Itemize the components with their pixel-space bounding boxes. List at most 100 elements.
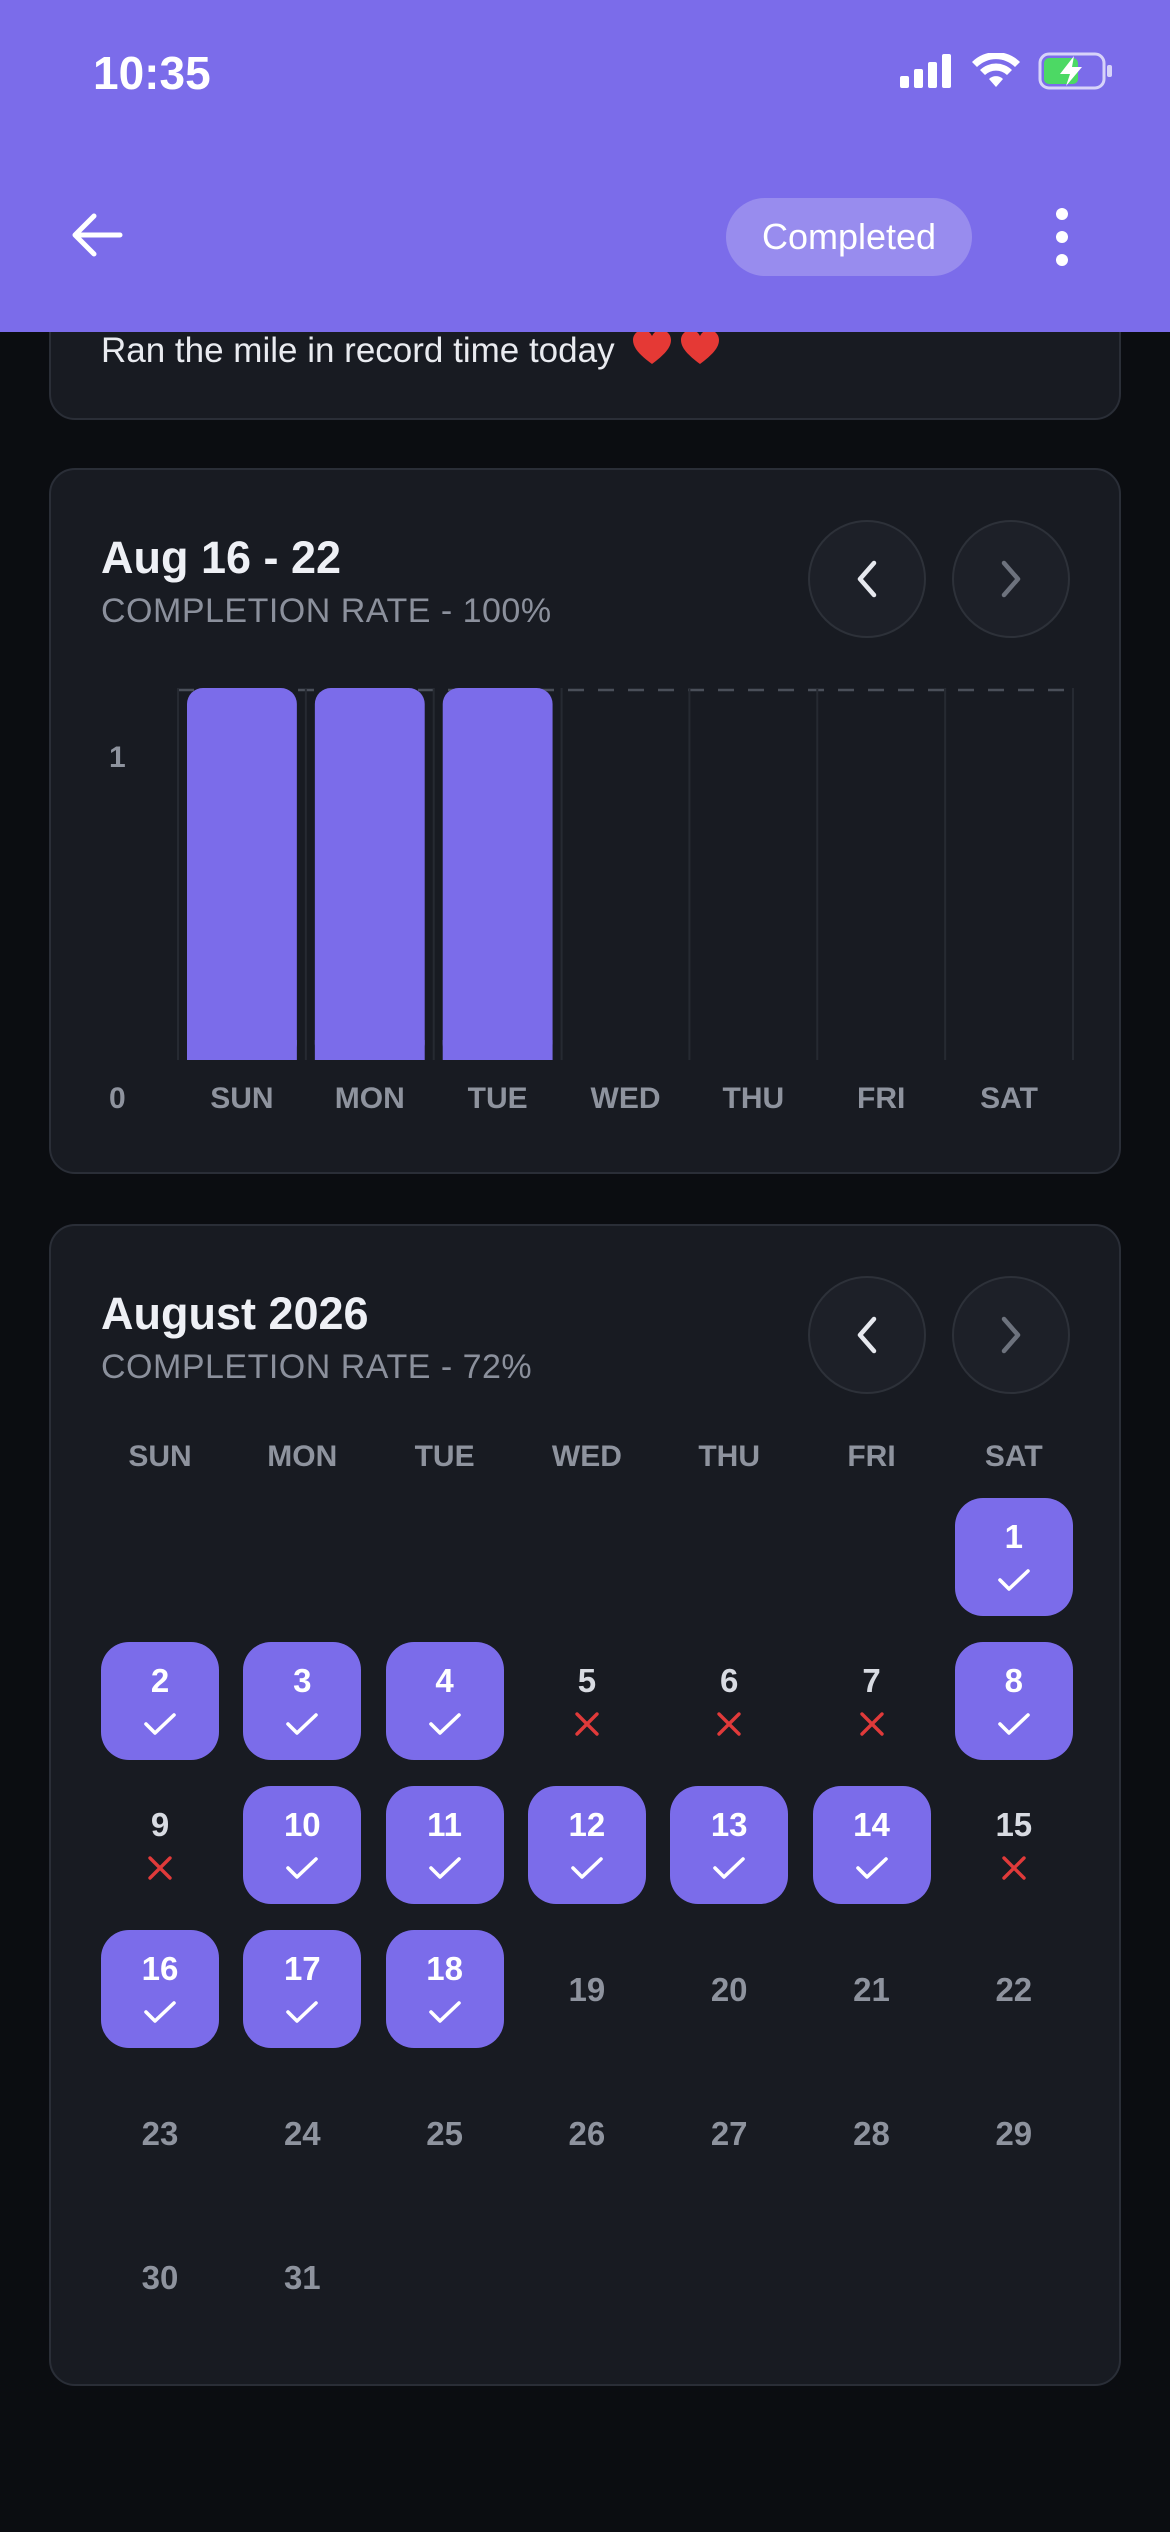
back-button[interactable] [62,200,132,270]
bar-mon[interactable] [314,688,425,1060]
day-number: 27 [710,2114,748,2152]
check-icon [286,1712,319,1735]
x-tick-label: THU [723,1082,785,1115]
monthly-calendar-card: August 2026 COMPLETION RATE - 72% SUN MON… [49,1224,1121,2386]
calendar-day-14[interactable]: 14 [812,1786,931,1904]
x-mark-icon [859,1711,884,1736]
calendar-day-27[interactable]: 27 [670,2074,788,2192]
calendar-day-25[interactable]: 25 [386,2074,504,2192]
calendar-day-21[interactable]: 21 [813,1930,931,2048]
y-tick-label: 1 [109,741,126,774]
day-number: 6 [720,1661,739,1699]
calendar-day-13[interactable]: 13 [670,1786,789,1904]
day-number: 14 [853,1805,890,1843]
day-number: 24 [283,2114,321,2152]
calendar-day-26[interactable]: 26 [528,2074,646,2192]
calendar-day-11[interactable]: 11 [385,1786,504,1904]
calendar-day-31[interactable]: 31 [243,2218,361,2336]
calendar-day-1[interactable]: 1 [954,1498,1073,1616]
weekday-header: TUE [414,1440,475,1473]
calendar-day-20[interactable]: 20 [670,1930,788,2048]
calendar-day-2[interactable]: 2 [101,1642,219,1760]
day-number: 25 [426,2114,463,2152]
check-icon [855,1856,888,1879]
calendar-day-9[interactable]: 9 [101,1786,219,1904]
day-number: 11 [427,1805,463,1843]
day-number: 9 [150,1805,170,1843]
more-options-button[interactable] [1040,200,1084,274]
wifi-icon [972,53,1020,87]
calendar-day-17[interactable]: 17 [243,1930,362,2048]
check-icon [144,2000,176,2023]
heart-icon [681,330,720,364]
x-mark-icon [1002,1855,1026,1880]
weekly-bar-chart: 1 0 SUN MON TUE WED THU FRI SAT [109,688,1074,1115]
calendar-day-3[interactable]: 3 [243,1642,362,1760]
day-number: 23 [141,2114,179,2152]
bar-sun[interactable] [187,688,297,1060]
calendar-day-10[interactable]: 10 [243,1786,362,1904]
completed-mark [285,1853,319,1883]
x-mark-icon [148,1855,172,1880]
check-icon [713,1856,745,1879]
weekly-chart-card: Aug 16 - 22 COMPLETION RATE - 100% 1 0 SUN… [49,468,1121,1174]
completed-mark [428,1997,462,2027]
calendar-day-19[interactable]: 19 [528,1930,646,2048]
calendar-day-30[interactable]: 30 [101,2218,219,2336]
arrow-left-icon [72,213,123,257]
calendar-day-5[interactable]: 5 [528,1642,646,1760]
day-number: 17 [283,1949,321,1987]
completed-mark [285,1709,319,1739]
calendar-day-6[interactable]: 6 [670,1642,788,1760]
weekday-header: MON [267,1440,338,1473]
day-number: 20 [710,1970,748,2008]
day-number: 19 [568,1970,606,2008]
calendar-day-22[interactable]: 22 [955,1930,1073,2048]
day-number: 26 [568,2114,606,2152]
weekday-header: SUN [128,1440,192,1473]
x-mark-icon [575,1711,599,1736]
x-mark-icon [717,1711,741,1736]
calendar-day-29[interactable]: 29 [955,2074,1073,2192]
day-number: 12 [568,1805,606,1843]
day-number: 7 [862,1661,881,1699]
missed-mark [859,1709,885,1739]
missed-mark [147,1853,173,1883]
calendar-day-16[interactable]: 16 [101,1930,219,2048]
calendar-day-15[interactable]: 15 [955,1786,1073,1904]
signal-icon [900,54,951,88]
calendar-day-18[interactable]: 18 [385,1930,504,2048]
calendar-day-7[interactable]: 7 [813,1642,931,1760]
day-number: 2 [150,1661,170,1699]
weekday-header: THU [698,1440,761,1473]
check-icon [428,2000,461,2023]
check-icon [997,1568,1030,1591]
completed-mark [143,1709,177,1739]
weekday-header: WED [551,1440,622,1473]
calendar-day-8[interactable]: 8 [954,1642,1073,1760]
battery-charging-icon [1038,52,1112,90]
completed-mark [428,1853,462,1883]
day-number: 3 [293,1661,312,1699]
day-number: 22 [995,1970,1033,2008]
y-tick-label: 0 [109,1082,126,1115]
day-number: 16 [141,1949,179,1987]
day-number: 13 [710,1805,748,1843]
calendar-day-23[interactable]: 23 [101,2074,219,2192]
missed-mark [574,1709,600,1739]
calendar-day-24[interactable]: 24 [243,2074,361,2192]
day-number: 4 [435,1661,454,1699]
calendar-grid: SUN MON TUE WED THU FRI SAT 1 2 3 4 5 6 7 8 9 10 11 12 13 14… [51,1226,1123,2388]
completed-status-button[interactable]: Completed [726,198,972,276]
calendar-day-28[interactable]: 28 [813,2074,931,2192]
bar-base [442,1040,553,1060]
x-tick-label: SAT [980,1082,1038,1115]
day-number: 28 [853,2114,890,2152]
calendar-day-4[interactable]: 4 [385,1642,504,1760]
day-number: 5 [577,1661,597,1699]
completed-mark [570,1853,604,1883]
day-number: 29 [995,2114,1033,2152]
bar-tue[interactable] [442,688,553,1060]
calendar-day-12[interactable]: 12 [527,1786,646,1904]
day-number: 8 [1004,1661,1023,1699]
